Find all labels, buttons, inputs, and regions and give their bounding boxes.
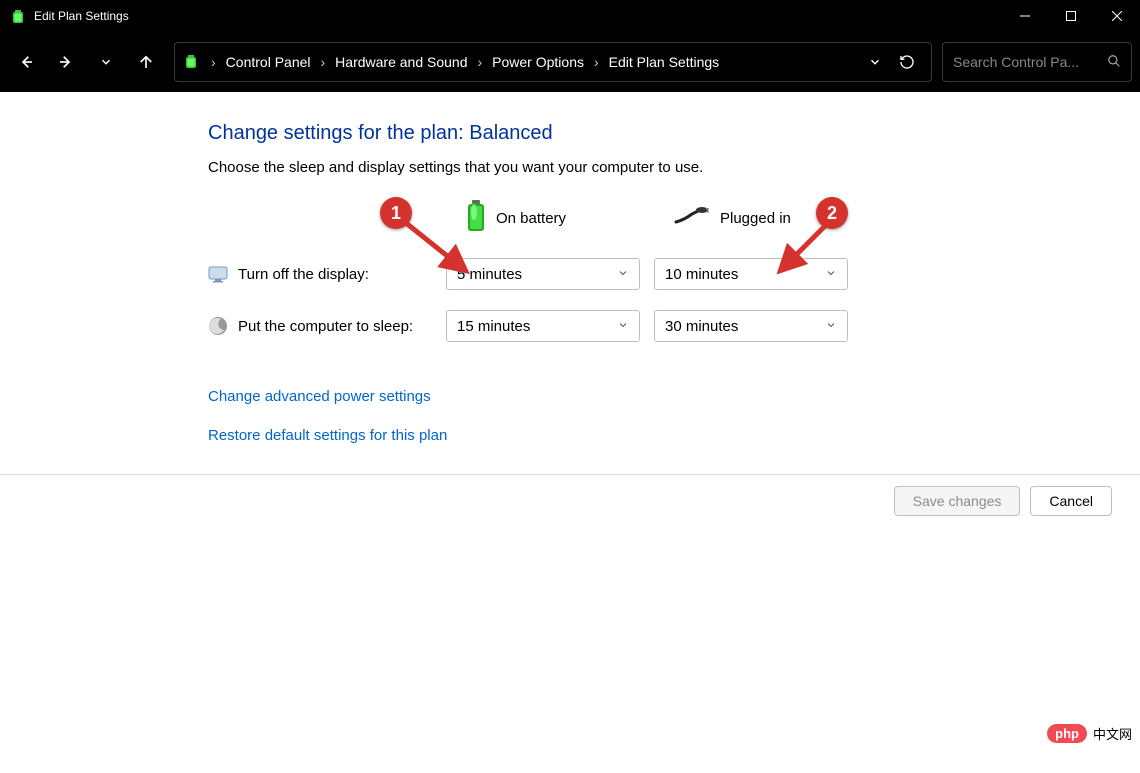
forward-button[interactable] xyxy=(48,44,84,80)
breadcrumb-separator[interactable]: › xyxy=(205,54,222,70)
battery-app-icon xyxy=(10,8,26,24)
breadcrumb-edit-plan[interactable]: Edit Plan Settings xyxy=(605,54,724,70)
chevron-down-icon xyxy=(825,318,837,335)
breadcrumb-separator[interactable]: › xyxy=(471,54,488,70)
breadcrumb-separator[interactable]: › xyxy=(315,54,332,70)
advanced-settings-link[interactable]: Change advanced power settings xyxy=(208,388,1140,405)
back-button[interactable] xyxy=(8,44,44,80)
window-title: Edit Plan Settings xyxy=(34,9,129,23)
column-header-battery-label: On battery xyxy=(496,210,566,227)
save-button[interactable]: Save changes xyxy=(894,486,1021,516)
watermark-text: 中文网 xyxy=(1093,724,1132,743)
settings-grid: On battery Plugged in Turn off the displ… xyxy=(208,198,1140,342)
page-subtitle: Choose the sleep and display settings th… xyxy=(208,159,1140,176)
content-area: Change settings for the plan: Balanced C… xyxy=(0,92,1140,444)
close-button[interactable] xyxy=(1094,0,1140,32)
breadcrumb-separator[interactable]: › xyxy=(588,54,605,70)
breadcrumb-hardware-sound[interactable]: Hardware and Sound xyxy=(331,54,471,70)
watermark-brand: php xyxy=(1047,724,1087,743)
restore-defaults-link[interactable]: Restore default settings for this plan xyxy=(208,427,1140,444)
breadcrumb-power-options[interactable]: Power Options xyxy=(488,54,588,70)
links-section: Change advanced power settings Restore d… xyxy=(208,388,1140,444)
search-input[interactable]: Search Control Pa... xyxy=(942,42,1132,82)
refresh-button[interactable] xyxy=(891,46,923,78)
annotation-arrow-1 xyxy=(398,215,478,285)
chevron-down-icon xyxy=(617,318,629,335)
address-bar[interactable]: › Control Panel › Hardware and Sound › P… xyxy=(174,42,932,82)
row-sleep-label: Put the computer to sleep: xyxy=(208,316,432,336)
address-dropdown-button[interactable] xyxy=(859,46,891,78)
chevron-down-icon xyxy=(617,266,629,283)
display-icon xyxy=(208,264,228,284)
cancel-button[interactable]: Cancel xyxy=(1030,486,1112,516)
watermark: php 中文网 xyxy=(1047,724,1132,743)
annotation-arrow-2 xyxy=(770,215,840,285)
plug-icon xyxy=(674,206,710,230)
sleep-plugged-select[interactable]: 30 minutes xyxy=(654,310,848,342)
battery-icon xyxy=(183,53,199,72)
sleep-battery-select[interactable]: 15 minutes xyxy=(446,310,640,342)
page-title: Change settings for the plan: Balanced xyxy=(208,122,1140,145)
search-placeholder: Search Control Pa... xyxy=(953,54,1107,70)
navbar: › Control Panel › Hardware and Sound › P… xyxy=(0,32,1140,92)
sleep-moon-icon xyxy=(208,316,228,336)
up-button[interactable] xyxy=(128,44,164,80)
search-icon xyxy=(1107,54,1121,71)
recent-locations-button[interactable] xyxy=(88,44,124,80)
minimize-button[interactable] xyxy=(1002,0,1048,32)
maximize-button[interactable] xyxy=(1048,0,1094,32)
button-bar: Save changes Cancel xyxy=(0,474,1140,526)
titlebar: Edit Plan Settings xyxy=(0,0,1140,32)
breadcrumb-control-panel[interactable]: Control Panel xyxy=(222,54,315,70)
